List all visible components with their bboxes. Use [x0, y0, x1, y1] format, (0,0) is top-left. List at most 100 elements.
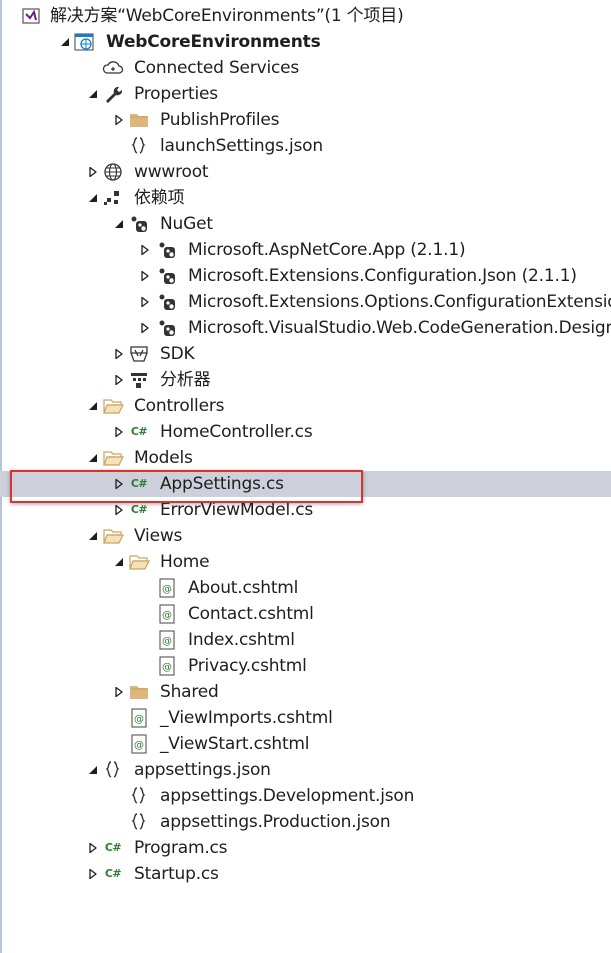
tree-item-label: SDK: [160, 344, 195, 364]
tree-item-label: Views: [134, 526, 183, 546]
tree-item-label: appsettings.Production.json: [160, 812, 391, 832]
file-launchsettings-json[interactable]: launchSettings.json: [0, 133, 611, 159]
collapse-arrow-icon[interactable]: [112, 471, 126, 497]
tree-item-label: Microsoft.VisualStudio.Web.CodeGeneratio…: [188, 318, 611, 338]
nuget-icon: [156, 315, 178, 341]
solution-icon: [20, 3, 42, 29]
collapse-arrow-icon[interactable]: [138, 315, 152, 341]
package-codegeneration-design[interactable]: Microsoft.VisualStudio.Web.CodeGeneratio…: [0, 315, 611, 341]
expand-arrow-icon[interactable]: [86, 523, 100, 549]
nuget-icon: [156, 263, 178, 289]
folder-icon: [128, 679, 150, 705]
tree-item-label: Shared: [160, 682, 219, 702]
node-properties[interactable]: Properties: [0, 81, 611, 107]
file-viewimports-cshtml[interactable]: @ _ViewImports.cshtml: [0, 705, 611, 731]
tree-item-label: Home: [160, 552, 210, 572]
package-aspnetcore-app[interactable]: Microsoft.AspNetCore.App (2.1.1): [0, 237, 611, 263]
tree-item-label: AppSettings.cs: [160, 474, 284, 494]
package-options-configurationextensions[interactable]: Microsoft.Extensions.Options.Configurati…: [0, 289, 611, 315]
tree-item-label: _ViewStart.cshtml: [160, 734, 310, 754]
tree-item-label: About.cshtml: [188, 578, 299, 598]
folder-open-icon: [102, 393, 124, 419]
razor-file-icon: @: [156, 653, 178, 679]
sdk-icon: [128, 341, 150, 367]
svg-text:@: @: [162, 610, 172, 621]
file-errorviewmodel-cs[interactable]: C# ErrorViewModel.cs: [0, 497, 611, 523]
node-nuget[interactable]: NuGet: [0, 211, 611, 237]
nuget-icon: [156, 289, 178, 315]
node-views-home[interactable]: Home: [0, 549, 611, 575]
file-appsettings-json[interactable]: appsettings.json: [0, 757, 611, 783]
file-about-cshtml[interactable]: @ About.cshtml: [0, 575, 611, 601]
file-program-cs[interactable]: C# Program.cs: [0, 835, 611, 861]
tree-item-label: _ViewImports.cshtml: [160, 708, 333, 728]
tree-item-label: Microsoft.Extensions.Configuration.Json …: [188, 266, 577, 286]
file-homecontroller-cs[interactable]: C# HomeController.cs: [0, 419, 611, 445]
tree-item-label: Index.cshtml: [188, 630, 295, 650]
tree-item-label: Properties: [134, 84, 218, 104]
collapse-arrow-icon[interactable]: [112, 679, 126, 705]
csharp-file-icon: C#: [130, 425, 148, 438]
csharp-file-icon: C#: [130, 503, 148, 516]
node-connected-services[interactable]: Connected Services: [0, 55, 611, 81]
collapse-arrow-icon[interactable]: [112, 107, 126, 133]
expand-arrow-icon[interactable]: [86, 393, 100, 419]
web-project-icon: [74, 29, 96, 55]
tree-item-label: 解决方案“WebCoreEnvironments”(1 个项目): [50, 6, 404, 26]
file-index-cshtml[interactable]: @ Index.cshtml: [0, 627, 611, 653]
tree-item-label: Models: [134, 448, 193, 468]
node-dependencies[interactable]: 依赖项: [0, 185, 611, 211]
node-analyzers[interactable]: 分析器: [0, 367, 611, 393]
collapse-arrow-icon[interactable]: [86, 861, 100, 887]
expand-arrow-icon[interactable]: [112, 549, 126, 575]
collapse-arrow-icon[interactable]: [138, 237, 152, 263]
folder-open-icon: [128, 549, 150, 575]
folder-open-icon: [102, 523, 124, 549]
package-configuration-json[interactable]: Microsoft.Extensions.Configuration.Json …: [0, 263, 611, 289]
file-appsettings-cs[interactable]: C# AppSettings.cs: [0, 471, 611, 497]
file-viewstart-cshtml[interactable]: @ _ViewStart.cshtml: [0, 731, 611, 757]
json-file-icon: [128, 809, 150, 835]
node-controllers[interactable]: Controllers: [0, 393, 611, 419]
razor-file-icon: @: [156, 575, 178, 601]
collapse-arrow-icon[interactable]: [138, 289, 152, 315]
file-appsettings-development-json[interactable]: appsettings.Development.json: [0, 783, 611, 809]
collapse-arrow-icon[interactable]: [112, 367, 126, 393]
node-sdk[interactable]: SDK: [0, 341, 611, 367]
collapse-arrow-icon[interactable]: [112, 497, 126, 523]
expand-arrow-icon[interactable]: [86, 757, 100, 783]
analyzer-icon: [128, 367, 150, 393]
tree-item-label: ErrorViewModel.cs: [160, 500, 314, 520]
tree-item-label: WebCoreEnvironments: [106, 32, 321, 52]
tree-item-label: Microsoft.Extensions.Options.Configurati…: [188, 292, 611, 312]
expand-arrow-icon[interactable]: [58, 29, 72, 55]
expand-arrow-icon[interactable]: [86, 81, 100, 107]
node-models[interactable]: Models: [0, 445, 611, 471]
collapse-arrow-icon[interactable]: [138, 263, 152, 289]
expand-arrow-icon[interactable]: [112, 211, 126, 237]
tree-item-label: Controllers: [134, 396, 225, 416]
node-views-shared[interactable]: Shared: [0, 679, 611, 705]
collapse-arrow-icon[interactable]: [112, 341, 126, 367]
collapse-arrow-icon[interactable]: [86, 159, 100, 185]
svg-text:@: @: [162, 636, 172, 647]
file-contact-cshtml[interactable]: @ Contact.cshtml: [0, 601, 611, 627]
file-appsettings-production-json[interactable]: appsettings.Production.json: [0, 809, 611, 835]
expand-arrow-icon[interactable]: [86, 185, 100, 211]
expand-arrow-icon[interactable]: [86, 445, 100, 471]
node-views[interactable]: Views: [0, 523, 611, 549]
razor-file-icon: @: [128, 705, 150, 731]
file-startup-cs[interactable]: C# Startup.cs: [0, 861, 611, 887]
solution-root[interactable]: 解决方案“WebCoreEnvironments”(1 个项目): [0, 3, 611, 29]
collapse-arrow-icon[interactable]: [112, 419, 126, 445]
file-privacy-cshtml[interactable]: @ Privacy.cshtml: [0, 653, 611, 679]
tree-item-label: launchSettings.json: [160, 136, 323, 156]
node-publishprofiles[interactable]: PublishProfiles: [0, 107, 611, 133]
razor-file-icon: @: [156, 601, 178, 627]
tree-item-label: PublishProfiles: [160, 110, 280, 130]
node-wwwroot[interactable]: wwwroot: [0, 159, 611, 185]
globe-icon: [102, 159, 124, 185]
project-webcoreenvironments[interactable]: WebCoreEnvironments: [0, 29, 611, 55]
csharp-file-icon: C#: [130, 477, 148, 490]
collapse-arrow-icon[interactable]: [86, 835, 100, 861]
